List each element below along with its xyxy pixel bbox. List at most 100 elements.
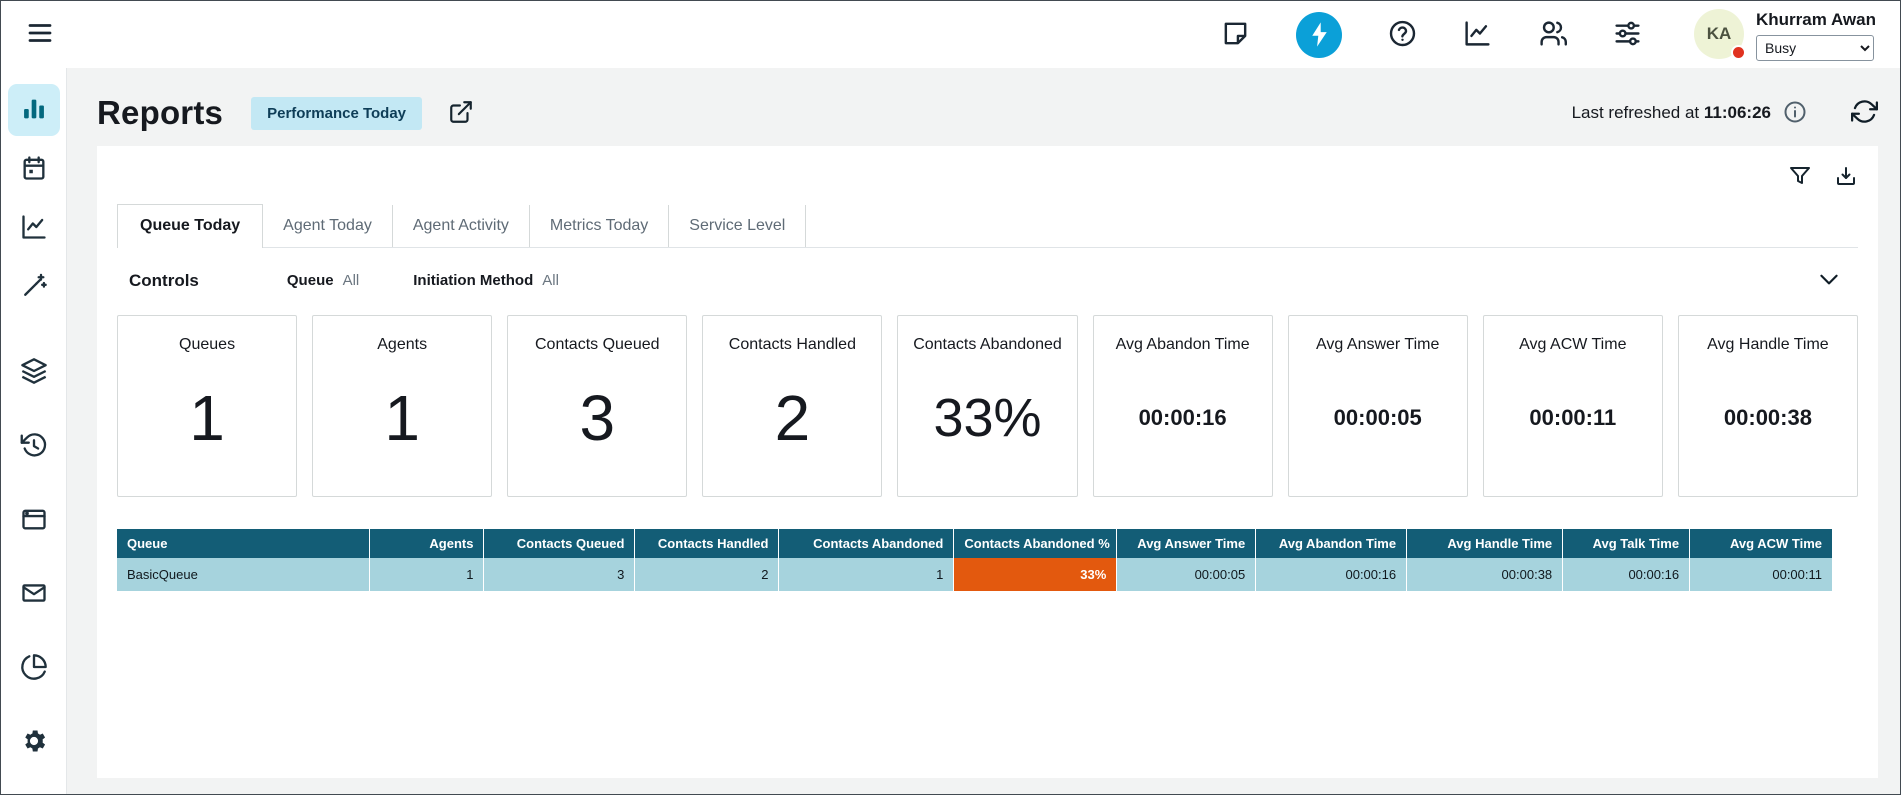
metric-value: 00:00:16 bbox=[1139, 405, 1227, 431]
metric-label: Avg Handle Time bbox=[1707, 336, 1829, 354]
metric-card-contacts-queued: Contacts Queued 3 bbox=[507, 315, 687, 497]
sidebar-item-layers[interactable] bbox=[8, 346, 60, 398]
info-button[interactable] bbox=[1783, 100, 1807, 127]
preferences-button[interactable] bbox=[1613, 19, 1642, 51]
filter-name: Queue bbox=[287, 272, 334, 289]
sidebar-item-tools[interactable] bbox=[8, 261, 60, 313]
column-header-contacts-handled: Contacts Handled bbox=[635, 529, 779, 558]
sidebar-item-reports[interactable] bbox=[8, 84, 60, 136]
controls-row: Controls Queue All Initiation Method All bbox=[117, 248, 1858, 311]
funnel-icon bbox=[1788, 164, 1812, 191]
history-icon bbox=[20, 431, 48, 462]
line-chart-icon bbox=[20, 213, 48, 244]
cell-avg-handle-time: 00:00:38 bbox=[1407, 558, 1563, 591]
tab-agent-activity[interactable]: Agent Activity bbox=[393, 205, 530, 247]
queue-filter[interactable]: Queue All bbox=[287, 272, 359, 289]
sidebar-item-trends[interactable] bbox=[8, 202, 60, 254]
column-header-avg-acw-time: Avg ACW Time bbox=[1690, 529, 1832, 558]
help-icon bbox=[1388, 19, 1417, 51]
last-refreshed-text: Last refreshed at 11:06:26 bbox=[1572, 103, 1771, 123]
column-header-contacts-queued: Contacts Queued bbox=[484, 529, 635, 558]
metric-value: 00:00:11 bbox=[1529, 405, 1616, 431]
filter-name: Initiation Method bbox=[413, 272, 533, 289]
calendar-icon bbox=[20, 154, 48, 185]
filter-button[interactable] bbox=[1788, 164, 1812, 191]
avatar[interactable]: KA bbox=[1694, 9, 1744, 59]
sidebar-item-mail[interactable] bbox=[8, 568, 60, 620]
layers-icon bbox=[20, 357, 48, 388]
notes-button[interactable] bbox=[1221, 19, 1250, 51]
help-button[interactable] bbox=[1388, 19, 1417, 51]
cell-avg-talk-time: 00:00:16 bbox=[1563, 558, 1690, 591]
user-name: Khurram Awan bbox=[1756, 9, 1876, 31]
metric-label: Avg ACW Time bbox=[1519, 336, 1626, 354]
metric-label: Avg Answer Time bbox=[1316, 336, 1439, 354]
tab-agent-today[interactable]: Agent Today bbox=[263, 205, 393, 247]
sidebar-item-schedule[interactable] bbox=[8, 143, 60, 195]
tab-service-level[interactable]: Service Level bbox=[669, 205, 806, 247]
metric-value: 00:00:38 bbox=[1724, 405, 1812, 431]
metrics-button[interactable] bbox=[1463, 19, 1492, 51]
metric-label: Contacts Abandoned bbox=[913, 336, 1062, 354]
metric-card-contacts-handled: Contacts Handled 2 bbox=[702, 315, 882, 497]
column-header-contacts-abandoned: Contacts Abandoned bbox=[779, 529, 954, 558]
queue-metrics-table: Queue Agents Contacts Queued Contacts Ha… bbox=[117, 529, 1832, 591]
column-header-avg-talk-time: Avg Talk Time bbox=[1563, 529, 1690, 558]
external-link-icon bbox=[448, 99, 474, 128]
metric-value: 1 bbox=[189, 381, 225, 455]
cell-contacts-abandoned-pct: 33% bbox=[954, 558, 1117, 591]
tab-queue-today[interactable]: Queue Today bbox=[117, 204, 263, 248]
gear-icon bbox=[20, 727, 48, 758]
user-meta: Khurram Awan Busy bbox=[1756, 9, 1876, 61]
bar-chart-icon bbox=[20, 95, 48, 126]
user-block: KA Khurram Awan Busy bbox=[1694, 9, 1876, 61]
sidebar-item-windows[interactable] bbox=[8, 494, 60, 546]
lightning-icon bbox=[1296, 12, 1342, 58]
column-header-avg-abandon-time: Avg Abandon Time bbox=[1256, 529, 1407, 558]
metric-value: 2 bbox=[775, 381, 811, 455]
last-refreshed-label: Last refreshed at bbox=[1572, 103, 1700, 122]
metric-card-queues: Queues 1 bbox=[117, 315, 297, 497]
cell-avg-acw-time: 00:00:11 bbox=[1690, 558, 1832, 591]
metric-card-contacts-abandoned: Contacts Abandoned 33% bbox=[897, 315, 1077, 497]
metric-label: Agents bbox=[377, 336, 427, 354]
column-header-queue: Queue bbox=[117, 529, 369, 558]
users-icon bbox=[1538, 19, 1567, 51]
metric-card-avg-answer-time: Avg Answer Time 00:00:05 bbox=[1288, 315, 1468, 497]
collapse-controls-button[interactable] bbox=[1816, 266, 1842, 295]
cell-contacts-handled: 2 bbox=[635, 558, 779, 591]
sidebar-item-settings[interactable] bbox=[8, 716, 60, 768]
status-select[interactable]: Busy bbox=[1756, 35, 1874, 61]
directory-button[interactable] bbox=[1538, 19, 1567, 51]
controls-label: Controls bbox=[129, 271, 199, 291]
initiation-method-filter[interactable]: Initiation Method All bbox=[413, 272, 559, 289]
download-button[interactable] bbox=[1834, 164, 1858, 191]
refresh-button[interactable] bbox=[1851, 98, 1878, 128]
column-header-contacts-abandoned-pct: Contacts Abandoned % bbox=[954, 529, 1117, 558]
sidebar-item-analytics[interactable] bbox=[8, 642, 60, 694]
window-icon bbox=[20, 505, 48, 536]
column-header-agents: Agents bbox=[369, 529, 484, 558]
cell-avg-answer-time: 00:00:05 bbox=[1117, 558, 1256, 591]
metric-value: 33% bbox=[933, 387, 1041, 449]
cell-agents: 1 bbox=[369, 558, 484, 591]
open-in-new-button[interactable] bbox=[448, 99, 474, 128]
sidebar-item-history[interactable] bbox=[8, 420, 60, 472]
metric-label: Contacts Queued bbox=[535, 336, 660, 354]
hamburger-menu-button[interactable] bbox=[25, 18, 55, 51]
metric-card-avg-abandon-time: Avg Abandon Time 00:00:16 bbox=[1093, 315, 1273, 497]
metric-card-agents: Agents 1 bbox=[312, 315, 492, 497]
tab-metrics-today[interactable]: Metrics Today bbox=[530, 205, 669, 247]
metric-label: Avg Abandon Time bbox=[1116, 336, 1250, 354]
quick-connect-button[interactable] bbox=[1296, 12, 1342, 58]
hamburger-icon bbox=[25, 18, 55, 51]
column-header-avg-handle-time: Avg Handle Time bbox=[1407, 529, 1563, 558]
metric-value: 1 bbox=[384, 381, 420, 455]
metric-label: Contacts Handled bbox=[729, 336, 856, 354]
table-row[interactable]: BasicQueue 1 3 2 1 33% 00:00:05 00:00:16… bbox=[117, 558, 1832, 591]
metric-card-avg-acw-time: Avg ACW Time 00:00:11 bbox=[1483, 315, 1663, 497]
metric-label: Queues bbox=[179, 336, 235, 354]
sliders-icon bbox=[1613, 19, 1642, 51]
cell-contacts-abandoned: 1 bbox=[779, 558, 954, 591]
column-header-avg-answer-time: Avg Answer Time bbox=[1117, 529, 1256, 558]
